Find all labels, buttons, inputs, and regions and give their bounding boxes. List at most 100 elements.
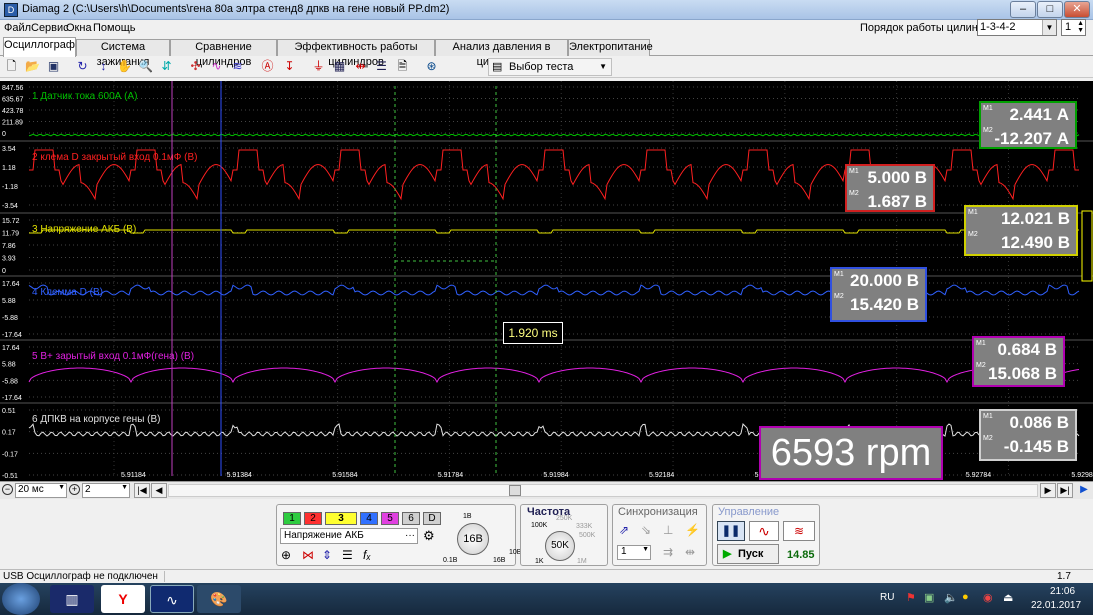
next-icon[interactable]: ▶ (1040, 483, 1056, 498)
split-icon[interactable]: ⇹ (352, 58, 369, 75)
last-page-icon[interactable]: ▶| (1057, 483, 1073, 498)
ch5-m1-value: 0.684 В (997, 340, 1057, 359)
autoset-icon[interactable]: ⊛ (423, 58, 440, 75)
timebase-select[interactable]: 20 мс ▼ (15, 483, 67, 498)
hand-tool-icon[interactable]: ✋ (116, 58, 133, 75)
menu-windows[interactable]: Окна (66, 22, 92, 34)
task-paint-icon[interactable]: 🎨 (197, 585, 241, 613)
auto-icon[interactable]: Ⓐ (259, 58, 276, 75)
sync-rising-icon[interactable]: ⇗ (619, 523, 629, 537)
probe-icon[interactable]: ⊕ (281, 548, 291, 562)
tab-cylinder-efficiency[interactable]: Эффективность работы цилиндров (277, 39, 435, 68)
waveform-icon[interactable]: ∿ (208, 58, 225, 75)
play-right-icon[interactable]: ▶ (1076, 483, 1092, 498)
sync-auto-icon[interactable]: ⚡ (685, 523, 700, 537)
tray-security-icon[interactable]: ◉ (983, 591, 993, 604)
sync-center-icon[interactable]: ⇹ (685, 545, 695, 559)
sync-channel-select[interactable]: 1 ▼ (617, 545, 651, 560)
axis-tick-label: 0 (2, 268, 6, 275)
axis-tick-label: 11.79 (2, 231, 19, 238)
channel-button-4[interactable]: 4 (360, 512, 378, 525)
task-diamag-icon[interactable]: ▥ (50, 585, 94, 613)
offset-icon[interactable]: ⇕ (322, 548, 332, 562)
menu-service[interactable]: Сервис (31, 22, 69, 34)
overlay-icon[interactable]: ≋ (229, 58, 246, 75)
start-button[interactable]: ▶ Пуск (717, 544, 779, 564)
frequency-knob[interactable]: 50K (545, 531, 575, 561)
save-icon[interactable]: ▣ (45, 58, 62, 75)
channel-button-D[interactable]: D (423, 512, 441, 525)
grid-icon[interactable]: ▦ (331, 58, 348, 75)
flag-icon[interactable]: ⚑ (906, 591, 916, 604)
tray-app-icon[interactable]: ● (962, 591, 969, 603)
menu-help[interactable]: Помощь (93, 22, 136, 34)
vertical-scale-icon[interactable]: ↕ (95, 58, 112, 75)
channel-name-field[interactable]: Напряжение АКБ ··· (280, 528, 418, 544)
volume-icon[interactable]: 🔈 (944, 591, 958, 604)
measure-box-ch4: M1 M2 20.000 В 15.420 В (830, 267, 927, 322)
sync-shift-icon[interactable]: ⇉ (663, 545, 673, 559)
rpm-readout: 6593 rpm (759, 426, 943, 480)
pause-icon: ❚❚ (721, 525, 741, 537)
m2-label: M2 (968, 231, 978, 238)
tab-power-supply[interactable]: Электропитание (568, 39, 653, 56)
axis-tick-label: 3.93 (2, 256, 16, 263)
zoom-in-icon[interactable]: + (69, 484, 80, 495)
settings-icon[interactable]: ⚙ (423, 528, 435, 544)
minimize-button[interactable]: – (1010, 1, 1036, 18)
channel-button-5[interactable]: 5 (381, 512, 399, 525)
single-wave-button[interactable]: ∿ (749, 521, 779, 541)
network-icon[interactable]: ▣ (924, 591, 934, 604)
tab-ignition[interactable]: Система зажигания (76, 39, 170, 68)
channel-button-2[interactable]: 2 (304, 512, 322, 525)
scroll-thumb[interactable] (509, 485, 521, 496)
channel-button-6[interactable]: 6 (402, 512, 420, 525)
test-select[interactable]: ▤ Выбор теста ▼ (488, 58, 612, 76)
pause-button[interactable]: ❚❚ (717, 521, 745, 541)
tab-pressure-analysis[interactable]: Анализ давления в цилиндре (435, 39, 568, 68)
invert-icon[interactable]: ⋈ (302, 548, 314, 562)
cylinder-order-select[interactable]: 1-3-4-2 ▼ (977, 19, 1057, 36)
task-yandex-icon[interactable]: Y (101, 585, 145, 613)
new-file-icon[interactable]: 🗋 (3, 58, 20, 75)
menu-file[interactable]: Файл (4, 22, 31, 34)
tray-usb-icon[interactable]: ⏏ (1003, 591, 1013, 604)
page-icon[interactable]: 🗎 (394, 58, 411, 75)
axis-tick-label: -0.17 (2, 451, 18, 458)
filter-icon[interactable]: ⏚ (310, 58, 327, 75)
continuous-wave-button[interactable]: ≋ (783, 521, 815, 541)
tab-cylinder-compare[interactable]: Сравнение цилиндров (170, 39, 277, 68)
waves-icon: ≋ (793, 524, 805, 538)
m1-label: M1 (976, 340, 986, 347)
function-icon[interactable]: fₓ (363, 548, 371, 562)
channel-button-3[interactable]: 3 (325, 512, 357, 525)
task-oscilloscope-icon[interactable]: ∿ (150, 585, 194, 613)
channel-button-1[interactable]: 1 (283, 512, 301, 525)
close-button[interactable]: ✕ (1064, 1, 1090, 18)
tab-oscilloscope[interactable]: Осциллограф (3, 37, 76, 57)
language-indicator[interactable]: RU (880, 592, 894, 603)
zoom-out-icon[interactable]: − (2, 484, 13, 495)
zoom-select[interactable]: 2 ▼ (82, 483, 130, 498)
filter-lines-icon[interactable]: ☰ (342, 548, 353, 562)
zero-level-icon[interactable]: ↧ (281, 58, 298, 75)
time-tick-label: 5.91984 (543, 472, 568, 479)
time-tick-label: 5.92184 (649, 472, 674, 479)
markers-icon[interactable]: ✣ (187, 58, 204, 75)
cursor-icon[interactable]: ⇵ (158, 58, 175, 75)
oscilloscope-screen[interactable]: 847.56 635.67 423.78 211.89 0 1 Датчик тока 6… (0, 81, 1093, 481)
range-knob[interactable]: 16В (457, 523, 489, 555)
rotate-icon[interactable]: ↻ (74, 58, 91, 75)
sync-level-icon[interactable]: ⊥ (663, 523, 673, 537)
first-page-icon[interactable]: |◀ (134, 483, 150, 498)
list-icon[interactable]: ☰ (373, 58, 390, 75)
open-folder-icon[interactable]: 📂 (24, 58, 41, 75)
zoom-icon[interactable]: 🔍 (137, 58, 154, 75)
cylinder-count-spinner[interactable]: 1 ▲ ▼ (1061, 19, 1086, 36)
axis-tick-label: -1.18 (2, 184, 18, 191)
sync-falling-icon[interactable]: ⇘ (641, 523, 651, 537)
maximize-button[interactable]: □ (1037, 1, 1063, 18)
start-orb-icon[interactable] (2, 583, 40, 615)
prev-icon[interactable]: ◀ (151, 483, 167, 498)
time-scrollbar[interactable] (168, 484, 1038, 497)
